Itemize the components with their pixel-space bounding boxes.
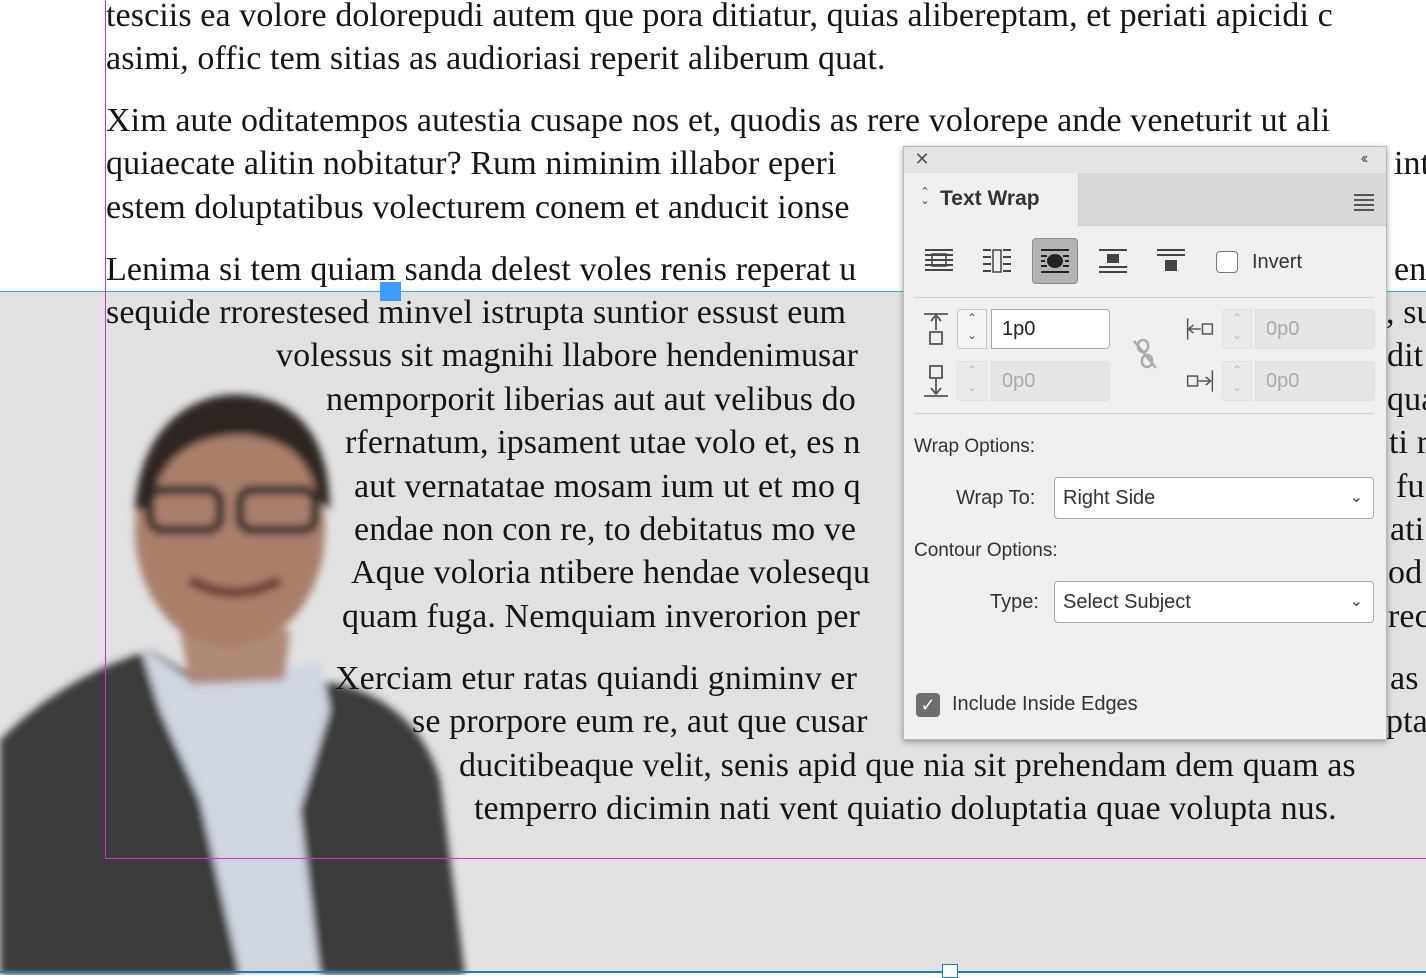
text-line: nemporporit liberias aut aut velibus do <box>326 381 856 418</box>
text-fragment: qua <box>1387 381 1426 418</box>
wrap-to-dropdown[interactable]: Right Side ⌄ <box>1054 477 1374 519</box>
no-text-wrap-button[interactable] <box>916 238 962 284</box>
text-wrap-panel: ✕ ‹‹ ⌃ ⌄ Text Wrap Invert ⌃ ⌄ 1p0 ⌃ ⌄ 0p… <box>903 146 1387 740</box>
divider <box>914 413 1374 414</box>
text-line: ducitibeaque velit, senis apid que nia s… <box>459 747 1356 784</box>
left-offset-stepper[interactable]: ⌃ ⌄ <box>1222 309 1252 349</box>
invert-checkbox[interactable] <box>1216 251 1238 273</box>
right-offset-icon <box>1186 370 1214 392</box>
frame-edge-bottom <box>0 971 1426 973</box>
right-offset-input[interactable]: 0p0 <box>1255 361 1375 401</box>
text-line: temperro dicimin nati vent quiatio dolup… <box>474 790 1337 827</box>
wrap-object-shape-button[interactable] <box>1032 238 1078 284</box>
text-fragment: fu <box>1396 468 1425 505</box>
right-offset-stepper[interactable]: ⌃ ⌄ <box>1222 361 1252 401</box>
frame-bottom-handle[interactable] <box>942 964 958 978</box>
bottom-offset-input[interactable]: 0p0 <box>991 361 1110 401</box>
text-line: Aque voloria ntibere hendae volesequ <box>351 554 871 591</box>
tab-text-wrap[interactable]: ⌃ ⌄ Text Wrap <box>904 173 1079 226</box>
text-line: quiaecate alitin nobitatur? Rum niminim … <box>106 145 837 182</box>
text-line: volessus sit magnihi llabore hendenimusa… <box>276 337 858 374</box>
left-offset-icon <box>1186 318 1214 340</box>
text-line: asimi, offic tem sitias as audioriasi re… <box>106 40 886 77</box>
close-icon[interactable]: ✕ <box>913 150 931 168</box>
margin-guide-bottom <box>105 858 1426 859</box>
text-fragment: , su <box>1386 294 1426 331</box>
jump-object-icon <box>1099 249 1127 273</box>
bottom-offset-icon <box>924 365 948 397</box>
jump-to-next-column-icon <box>1157 249 1185 271</box>
panel-titlebar[interactable]: ✕ ‹‹ <box>904 147 1386 174</box>
text-fragment: as <box>1390 660 1419 697</box>
chevron-down-icon: ⌄ <box>1349 489 1363 506</box>
text-fragment: rec <box>1388 598 1426 635</box>
wrap-bounding-box-icon <box>983 249 1011 273</box>
frame-selection-handle[interactable] <box>380 282 401 301</box>
bottom-offset-stepper[interactable]: ⌃ ⌄ <box>957 361 987 401</box>
text-fragment: ent <box>1394 251 1426 288</box>
chevron-down-icon: ⌄ <box>1349 593 1363 610</box>
text-line: sequide rrorestesed minvel istrupta sunt… <box>106 294 847 331</box>
wrap-to-label: Wrap To: <box>956 487 1036 509</box>
text-fragment: ptas <box>1386 703 1426 740</box>
jump-to-next-column-button[interactable] <box>1148 238 1194 284</box>
wrap-bounding-box-button[interactable] <box>974 238 1020 284</box>
text-line: quam fuga. Nemquiam inverorion per <box>342 598 860 635</box>
text-line: aut vernatatae mosam ium ut et mo q <box>354 468 861 505</box>
tab-options-arrows-icon[interactable]: ⌃ ⌄ <box>918 187 932 210</box>
invert-label: Invert <box>1252 251 1303 273</box>
wrap-options-heading: Wrap Options: <box>914 436 1036 457</box>
type-label: Type: <box>990 591 1039 613</box>
text-line: Lenima si tem quiam sanda delest voles r… <box>106 251 857 288</box>
text-line: se prorpore eum re, aut que cusar <box>412 703 868 740</box>
collapse-panel-icon[interactable]: ‹‹ <box>1352 150 1374 168</box>
no-text-wrap-icon <box>925 249 953 271</box>
make-all-settings-same-link-icon[interactable] <box>1130 337 1160 371</box>
text-fragment: ti r <box>1389 424 1426 461</box>
text-line: estem doluptatibus volecturem conem et a… <box>106 189 850 226</box>
jump-object-button[interactable] <box>1090 238 1136 284</box>
text-fragment: od <box>1388 554 1423 591</box>
text-line: tesciis ea volore dolorepudi autem que p… <box>106 0 1333 34</box>
wrap-object-shape-icon <box>1041 249 1069 273</box>
text-fragment: dit <box>1387 337 1424 374</box>
top-offset-icon <box>924 313 948 345</box>
contour-type-dropdown[interactable]: Select Subject ⌄ <box>1054 581 1374 623</box>
divider <box>914 297 1374 298</box>
left-offset-input[interactable]: 0p0 <box>1255 309 1375 349</box>
contour-options-heading: Contour Options: <box>914 540 1058 561</box>
contour-type-value: Select Subject <box>1063 591 1191 613</box>
text-fragment: int <box>1394 145 1426 182</box>
panel-menu-icon[interactable] <box>1354 194 1374 211</box>
text-line: rfernatum, ipsament utae volo et, es n <box>345 424 861 461</box>
text-fragment: ati <box>1390 511 1425 548</box>
text-line: Xim aute oditatempos autestia cusape nos… <box>106 102 1331 139</box>
text-line: endae non con re, to debitatus mo ve <box>354 511 857 548</box>
wrap-to-value: Right Side <box>1063 487 1156 509</box>
include-inside-edges-checkbox[interactable]: ✓ <box>916 693 940 717</box>
panel-tab-strip: ⌃ ⌄ Text Wrap <box>904 173 1386 226</box>
text-line: Xerciam etur ratas quiandi gniminv er <box>335 660 858 697</box>
top-offset-stepper[interactable]: ⌃ ⌄ <box>957 309 987 349</box>
include-inside-edges-label: Include Inside Edges <box>952 693 1138 715</box>
tab-label: Text Wrap <box>940 187 1040 210</box>
top-offset-input[interactable]: 1p0 <box>991 309 1110 349</box>
